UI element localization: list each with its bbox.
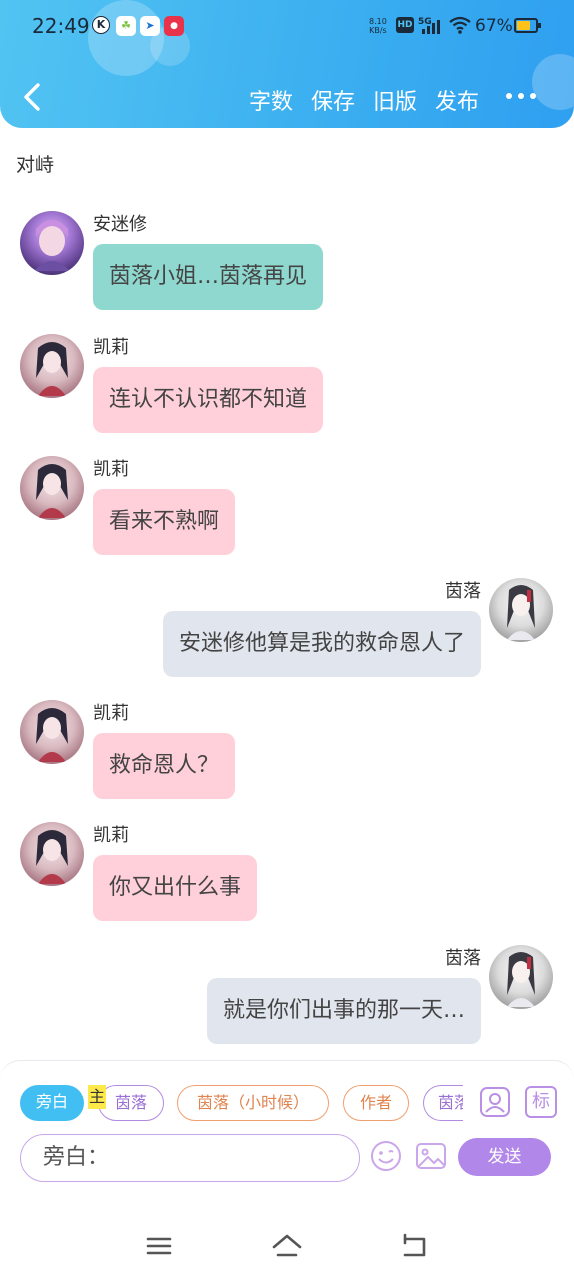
red-app-icon: ● xyxy=(164,16,184,36)
role-chip-author[interactable]: 作者 xyxy=(343,1085,409,1121)
message-item: 茵落 安迷修他算是我的救命恩人了 xyxy=(0,577,574,677)
message-bubble[interactable]: 连认不认识都不知道 xyxy=(93,367,324,433)
battery-percent: 67% xyxy=(475,16,513,36)
avatar-art xyxy=(36,830,68,884)
status-time: 22:49 xyxy=(32,14,90,38)
sprout-app-icon: ☘ xyxy=(116,16,136,36)
role-chip-yinluo-2[interactable]: 茵落 xyxy=(423,1085,463,1121)
message-bubble[interactable]: 就是你们出事的那一天… xyxy=(206,978,481,1044)
net-speed-value: 8.10 xyxy=(369,17,387,26)
battery-fill xyxy=(517,21,530,30)
message-item: 凯莉 你又出什么事 xyxy=(0,821,574,921)
message-bubble[interactable]: 救命恩人？ xyxy=(93,733,236,799)
net-speed: 8.10 KB/s xyxy=(369,17,387,35)
message-item: 安迷修 茵落小姐…茵落再见 xyxy=(0,210,574,310)
avatar-art xyxy=(507,952,535,1007)
sender-name: 凯莉 xyxy=(93,825,129,846)
word-count-button[interactable]: 字数 xyxy=(249,84,293,116)
role-chip-narration[interactable]: 旁白 xyxy=(20,1085,84,1121)
message-bubble[interactable]: 你又出什么事 xyxy=(93,855,258,921)
avatar-yinluo[interactable] xyxy=(489,578,553,642)
status-bar: 22:49 K ☘ ➤ ● 8.10 KB/s HD 5G 67% xyxy=(0,0,574,56)
chevron-left-icon[interactable] xyxy=(18,80,46,114)
message-item: 茵落 就是你们出事的那一天… xyxy=(0,944,574,1044)
sender-name: 凯莉 xyxy=(93,703,129,724)
app-header: 22:49 K ☘ ➤ ● 8.10 KB/s HD 5G 67% 字数 保存 … xyxy=(0,0,574,128)
sender-name: 凯莉 xyxy=(93,459,129,480)
back-nav-icon[interactable] xyxy=(397,1228,433,1264)
sender-name: 凯莉 xyxy=(93,337,129,358)
wifi-icon xyxy=(449,16,471,34)
send-button[interactable]: 发送 xyxy=(458,1138,551,1176)
avatar-kaili[interactable] xyxy=(20,456,84,520)
signal-5g-icon: 5G xyxy=(418,17,440,34)
net-speed-unit: KB/s xyxy=(369,26,387,35)
message-item: 凯莉 救命恩人？ xyxy=(0,699,574,799)
role-chip-yinluo[interactable]: 茵落 xyxy=(98,1085,164,1121)
avatar-kaili[interactable] xyxy=(20,334,84,398)
arrow-app-icon: ➤ xyxy=(140,16,160,36)
save-button[interactable]: 保存 xyxy=(311,84,355,116)
network-type: 5G xyxy=(418,17,432,27)
avatar-art xyxy=(36,708,68,762)
image-icon[interactable] xyxy=(415,1140,447,1172)
hd-badge: HD xyxy=(396,17,414,33)
message-bubble[interactable]: 看来不熟啊 xyxy=(93,489,236,555)
sender-name: 安迷修 xyxy=(93,214,147,235)
k-app-icon: K xyxy=(92,16,110,34)
character-icon[interactable] xyxy=(479,1086,511,1118)
message-input[interactable]: 旁白： xyxy=(20,1134,360,1182)
more-options-icon[interactable] xyxy=(505,84,537,108)
avatar-yinluo[interactable] xyxy=(489,945,553,1009)
battery-icon xyxy=(514,18,541,33)
emoji-icon[interactable] xyxy=(370,1140,402,1172)
tag-icon[interactable]: 标 xyxy=(525,1086,557,1118)
message-bubble[interactable]: 茵落小姐…茵落再见 xyxy=(93,244,324,310)
main-role-marker: 主 xyxy=(88,1085,106,1109)
menu-icon[interactable] xyxy=(141,1228,177,1264)
home-icon[interactable] xyxy=(269,1228,305,1264)
battery-tip xyxy=(538,23,541,28)
message-bubble[interactable]: 安迷修他算是我的救命恩人了 xyxy=(162,611,481,677)
avatar-art xyxy=(36,342,68,396)
role-chip-yinluo-child[interactable]: 茵落（小时候） xyxy=(177,1085,329,1121)
avatar-art xyxy=(507,585,535,640)
avatar-kaili[interactable] xyxy=(20,822,84,886)
decor-bubble-right xyxy=(532,54,574,110)
avatar-art xyxy=(36,464,68,518)
sender-name: 茵落 xyxy=(445,948,481,969)
sender-name: 茵落 xyxy=(445,581,481,602)
scene-title: 对峙 xyxy=(16,154,55,176)
avatar-anmixiu[interactable] xyxy=(20,211,84,275)
avatar-art xyxy=(34,220,70,271)
publish-button[interactable]: 发布 xyxy=(435,84,479,116)
old-version-button[interactable]: 旧版 xyxy=(373,84,417,116)
message-item: 凯莉 看来不熟啊 xyxy=(0,455,574,555)
message-item: 凯莉 连认不认识都不知道 xyxy=(0,333,574,433)
avatar-kaili[interactable] xyxy=(20,700,84,764)
